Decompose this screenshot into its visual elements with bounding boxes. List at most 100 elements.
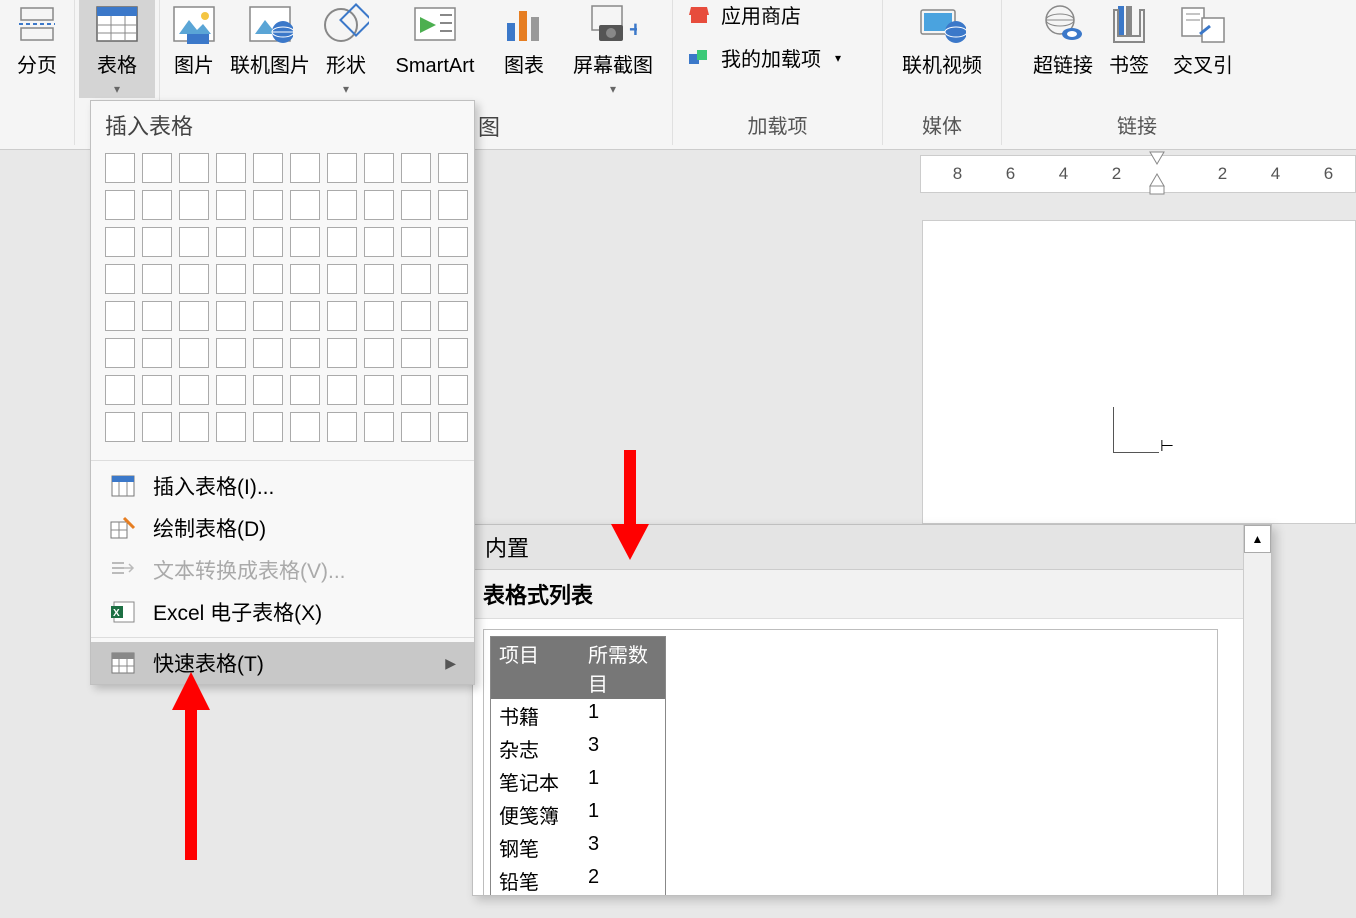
table-grid-cell[interactable] xyxy=(142,338,172,368)
table-grid-cell[interactable] xyxy=(179,412,209,442)
table-template-preview[interactable]: 项目 所需数目 书籍1杂志3笔记本1便笺簿1钢笔3铅笔2 xyxy=(483,629,1218,896)
picture-button[interactable]: 图片 xyxy=(164,0,224,80)
menu-excel-sheet[interactable]: X Excel 电子表格(X) xyxy=(91,591,474,633)
table-grid-cell[interactable] xyxy=(142,264,172,294)
table-grid-cell[interactable] xyxy=(364,190,394,220)
table-grid-cell[interactable] xyxy=(438,375,468,405)
hyperlink-button[interactable]: 超链接 xyxy=(1031,0,1095,80)
table-grid-cell[interactable] xyxy=(438,338,468,368)
table-grid-cell[interactable] xyxy=(142,375,172,405)
table-grid-cell[interactable] xyxy=(105,338,135,368)
chart-button[interactable]: 图表 xyxy=(494,0,554,80)
table-grid-cell[interactable] xyxy=(327,412,357,442)
table-grid-cell[interactable] xyxy=(105,412,135,442)
table-grid-cell[interactable] xyxy=(253,412,283,442)
menu-insert-table[interactable]: 插入表格(I)... xyxy=(91,465,474,507)
table-grid-cell[interactable] xyxy=(290,153,320,183)
table-grid-cell[interactable] xyxy=(327,264,357,294)
table-grid-cell[interactable] xyxy=(216,412,246,442)
pagebreak-button[interactable]: 分页 xyxy=(7,0,67,80)
table-grid-cell[interactable] xyxy=(179,227,209,257)
table-grid-cell[interactable] xyxy=(216,301,246,331)
horizontal-ruler[interactable]: 8642246 xyxy=(920,155,1356,193)
app-store-button[interactable]: 应用商店 xyxy=(685,0,841,29)
table-grid-cell[interactable] xyxy=(105,301,135,331)
table-grid-cell[interactable] xyxy=(401,301,431,331)
online-video-button[interactable]: 联机视频 xyxy=(887,0,997,80)
table-grid-cell[interactable] xyxy=(327,153,357,183)
table-grid-cell[interactable] xyxy=(290,338,320,368)
table-grid-cell[interactable] xyxy=(179,375,209,405)
table-grid-cell[interactable] xyxy=(290,412,320,442)
table-grid-cell[interactable] xyxy=(438,190,468,220)
screenshot-button[interactable]: + 屏幕截图 ▾ xyxy=(558,0,668,98)
table-grid-cell[interactable] xyxy=(142,412,172,442)
table-grid-cell[interactable] xyxy=(105,190,135,220)
table-grid-cell[interactable] xyxy=(290,227,320,257)
table-grid-cell[interactable] xyxy=(438,301,468,331)
table-button[interactable]: 表格 ▾ xyxy=(79,0,155,98)
table-grid-cell[interactable] xyxy=(179,190,209,220)
table-grid-cell[interactable] xyxy=(179,264,209,294)
document-page[interactable]: ⊢ xyxy=(922,220,1356,524)
table-grid-cell[interactable] xyxy=(179,301,209,331)
table-grid-cell[interactable] xyxy=(290,190,320,220)
table-grid-cell[interactable] xyxy=(364,412,394,442)
table-grid-cell[interactable] xyxy=(438,412,468,442)
table-grid-cell[interactable] xyxy=(401,412,431,442)
table-grid-cell[interactable] xyxy=(401,153,431,183)
scroll-up-button[interactable]: ▲ xyxy=(1244,525,1271,553)
table-grid-cell[interactable] xyxy=(401,190,431,220)
table-grid-cell[interactable] xyxy=(216,375,246,405)
table-grid-cell[interactable] xyxy=(253,338,283,368)
table-grid-cell[interactable] xyxy=(401,264,431,294)
table-size-grid[interactable] xyxy=(91,149,474,456)
table-grid-cell[interactable] xyxy=(438,264,468,294)
table-grid-cell[interactable] xyxy=(179,338,209,368)
table-grid-cell[interactable] xyxy=(290,301,320,331)
table-grid-cell[interactable] xyxy=(327,375,357,405)
table-grid-cell[interactable] xyxy=(142,153,172,183)
table-grid-cell[interactable] xyxy=(216,227,246,257)
table-grid-cell[interactable] xyxy=(216,153,246,183)
table-grid-cell[interactable] xyxy=(327,190,357,220)
table-grid-cell[interactable] xyxy=(327,301,357,331)
bookmark-button[interactable]: 书签 xyxy=(1099,0,1159,80)
table-grid-cell[interactable] xyxy=(290,264,320,294)
table-grid-cell[interactable] xyxy=(105,375,135,405)
table-grid-cell[interactable] xyxy=(253,227,283,257)
table-grid-cell[interactable] xyxy=(179,153,209,183)
table-grid-cell[interactable] xyxy=(364,338,394,368)
menu-quick-tables[interactable]: 快速表格(T) ▶ xyxy=(91,642,474,684)
table-grid-cell[interactable] xyxy=(142,301,172,331)
table-grid-cell[interactable] xyxy=(401,338,431,368)
table-grid-cell[interactable] xyxy=(401,375,431,405)
table-grid-cell[interactable] xyxy=(364,264,394,294)
table-grid-cell[interactable] xyxy=(364,375,394,405)
shapes-button[interactable]: 形状 ▾ xyxy=(316,0,376,98)
table-grid-cell[interactable] xyxy=(105,153,135,183)
table-grid-cell[interactable] xyxy=(216,338,246,368)
table-grid-cell[interactable] xyxy=(364,227,394,257)
table-grid-cell[interactable] xyxy=(364,301,394,331)
table-grid-cell[interactable] xyxy=(253,301,283,331)
table-grid-cell[interactable] xyxy=(438,227,468,257)
table-grid-cell[interactable] xyxy=(401,227,431,257)
table-grid-cell[interactable] xyxy=(142,227,172,257)
table-grid-cell[interactable] xyxy=(438,153,468,183)
table-grid-cell[interactable] xyxy=(253,190,283,220)
crossref-button[interactable]: 交叉引 xyxy=(1163,0,1243,80)
table-grid-cell[interactable] xyxy=(364,153,394,183)
table-grid-cell[interactable] xyxy=(290,375,320,405)
table-grid-cell[interactable] xyxy=(253,264,283,294)
table-grid-cell[interactable] xyxy=(253,375,283,405)
my-addins-button[interactable]: 我的加载项 ▾ xyxy=(685,43,841,72)
table-grid-cell[interactable] xyxy=(105,227,135,257)
table-grid-cell[interactable] xyxy=(142,190,172,220)
menu-draw-table[interactable]: 绘制表格(D) xyxy=(91,507,474,549)
table-grid-cell[interactable] xyxy=(216,264,246,294)
flyout-scrollbar[interactable]: ▲ xyxy=(1243,525,1271,895)
online-picture-button[interactable]: 联机图片 xyxy=(228,0,312,80)
smartart-button[interactable]: SmartArt xyxy=(380,0,490,80)
table-grid-cell[interactable] xyxy=(253,153,283,183)
